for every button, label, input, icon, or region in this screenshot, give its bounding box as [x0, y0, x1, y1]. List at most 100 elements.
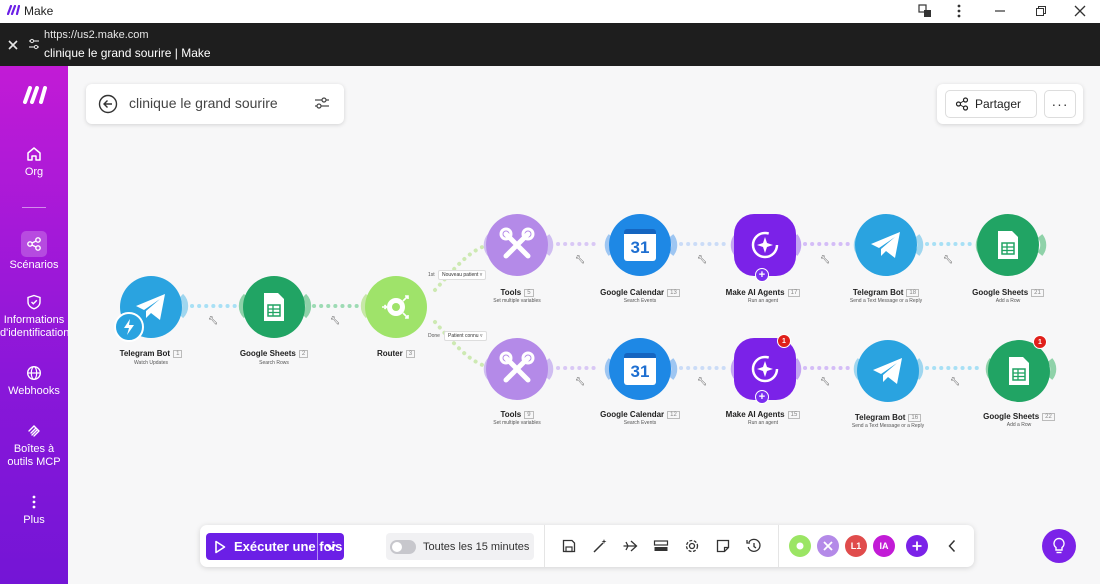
chevron-left-icon[interactable]: [943, 537, 961, 555]
module-label: Google Calendar 13: [575, 288, 705, 297]
link-settings-icon: 🔧︎: [575, 255, 585, 264]
schedule-toggle[interactable]: [390, 539, 416, 554]
module-subtitle: Watch Updates: [134, 360, 168, 366]
route-filter-label[interactable]: Nouveau patient ▿: [438, 270, 487, 280]
module-subtitle: Add a Row: [995, 298, 1021, 304]
module-label: Make AI Agents 15: [698, 410, 828, 419]
tools-module-top[interactable]: [486, 214, 548, 276]
add-module-icon[interactable]: [906, 535, 928, 557]
add-tool-icon[interactable]: +: [755, 390, 769, 404]
toolbar-divider: [778, 525, 779, 567]
module-label: Telegram Bot 1: [86, 349, 216, 358]
make-ai-agent-module-top[interactable]: [734, 214, 796, 276]
more-options-button[interactable]: ···: [1044, 90, 1076, 118]
lightbulb-icon: [1053, 537, 1065, 554]
ai-agent-icon: [751, 355, 779, 383]
module-subtitle: Set multiple variables: [493, 420, 541, 426]
module-label: Router 3: [331, 349, 461, 358]
tools-shortcut-icon[interactable]: [817, 535, 839, 557]
router-module[interactable]: [365, 276, 427, 338]
google-sheets-icon: [264, 293, 284, 321]
link-settings-icon: 🔧︎: [330, 316, 340, 325]
play-icon: [215, 540, 226, 553]
share-button[interactable]: Partager: [945, 90, 1037, 118]
module-label: Google Calendar 12: [575, 410, 705, 419]
auto-align-icon[interactable]: [591, 537, 609, 555]
module-subtitle: Send a Text Message or a Reply: [849, 298, 923, 304]
run-once-button[interactable]: Exécuter une fois: [206, 533, 344, 560]
share-button-label: Partager: [975, 97, 1022, 111]
tools-icon: [499, 227, 535, 259]
module-subtitle: Add a Row: [1006, 422, 1032, 428]
google-sheets-icon: [998, 231, 1018, 259]
module-label: Tools 5: [452, 288, 582, 297]
module-label: Telegram Bot 18: [821, 288, 951, 297]
module-subtitle: Run an agent: [747, 298, 779, 304]
link-settings-icon: 🔧︎: [820, 255, 830, 264]
calendar-icon: 31: [624, 353, 656, 385]
notes-icon[interactable]: [714, 537, 732, 555]
telegram-bot-send-module-bottom[interactable]: [857, 340, 919, 402]
save-icon[interactable]: [560, 537, 578, 555]
chevron-down-icon: [325, 543, 337, 550]
module-subtitle: Search Rows: [259, 360, 289, 366]
schedule-label: Toutes les 15 minutes: [423, 540, 530, 553]
scenario-name-bar: clinique le grand sourire: [86, 84, 344, 124]
module-subtitle: Send a Text Message or a Reply: [851, 423, 925, 429]
telegram-icon: [873, 358, 902, 384]
route-order: 1st: [428, 272, 435, 278]
link-settings-icon: 🔧︎: [697, 377, 707, 386]
ia-shortcut-icon[interactable]: IA: [873, 535, 895, 557]
link-settings-icon: 🔧︎: [575, 377, 585, 386]
link-settings-icon: 🔧︎: [950, 377, 960, 386]
module-label: Make AI Agents 17: [698, 288, 828, 297]
module-label: Google Sheets 22: [954, 412, 1084, 421]
instant-trigger-icon: [114, 312, 144, 342]
router-icon: [382, 295, 409, 319]
add-tool-icon[interactable]: +: [755, 268, 769, 282]
tools-icon: [499, 351, 535, 383]
router-shortcut-icon[interactable]: [789, 535, 811, 557]
google-sheets-search-module[interactable]: [243, 276, 305, 338]
google-calendar-module-top[interactable]: 31: [609, 214, 671, 276]
scenario-settings-icon[interactable]: [314, 96, 330, 110]
tools-module-bottom[interactable]: [486, 338, 548, 400]
calendar-icon: 31: [624, 229, 656, 261]
l1-shortcut-icon[interactable]: L1: [845, 535, 867, 557]
explain-flow-icon[interactable]: [652, 537, 670, 555]
back-arrow-icon[interactable]: [98, 94, 118, 114]
scenario-name[interactable]: clinique le grand sourire: [129, 95, 278, 111]
module-subtitle: Search Events: [623, 420, 657, 426]
route-order: Done: [428, 333, 440, 339]
module-label: Telegram Bot 16: [823, 413, 953, 422]
link-settings-icon: 🔧︎: [943, 255, 953, 264]
ai-agent-icon: [751, 231, 779, 259]
google-sheets-icon: [1009, 357, 1029, 385]
scenario-toolbar: Exécuter une fois Toutes les 15 minutes: [200, 525, 974, 567]
module-label: Google Sheets 21: [943, 288, 1073, 297]
google-calendar-module-bottom[interactable]: 31: [609, 338, 671, 400]
run-options-dropdown[interactable]: [317, 533, 344, 560]
module-subtitle: Search Events: [623, 298, 657, 304]
module-subtitle: Set multiple variables: [493, 298, 541, 304]
share-icon: [955, 97, 969, 111]
header-actions: Partager ···: [937, 84, 1083, 124]
error-count-badge: 1: [777, 334, 791, 348]
module-subtitle: Run an agent: [747, 420, 779, 426]
link-settings-icon: 🔧︎: [697, 255, 707, 264]
telegram-icon: [871, 232, 900, 258]
google-sheets-add-row-module-bottom[interactable]: [988, 340, 1050, 402]
google-sheets-add-row-module-top[interactable]: [977, 214, 1039, 276]
route-filter-label[interactable]: Patient connu ▿: [444, 331, 487, 341]
link-settings-icon: 🔧︎: [208, 316, 218, 325]
gear-icon[interactable]: [683, 537, 701, 555]
module-label: Tools 9: [452, 410, 582, 419]
telegram-bot-send-module-top[interactable]: [855, 214, 917, 276]
help-button[interactable]: [1042, 529, 1076, 563]
toolbar-divider: [544, 525, 545, 567]
schedule-control[interactable]: Toutes les 15 minutes: [386, 533, 534, 560]
error-count-badge: 1: [1033, 335, 1047, 349]
history-icon[interactable]: [745, 537, 763, 555]
link-settings-icon: 🔧︎: [820, 377, 830, 386]
plane-icon[interactable]: [621, 537, 639, 555]
